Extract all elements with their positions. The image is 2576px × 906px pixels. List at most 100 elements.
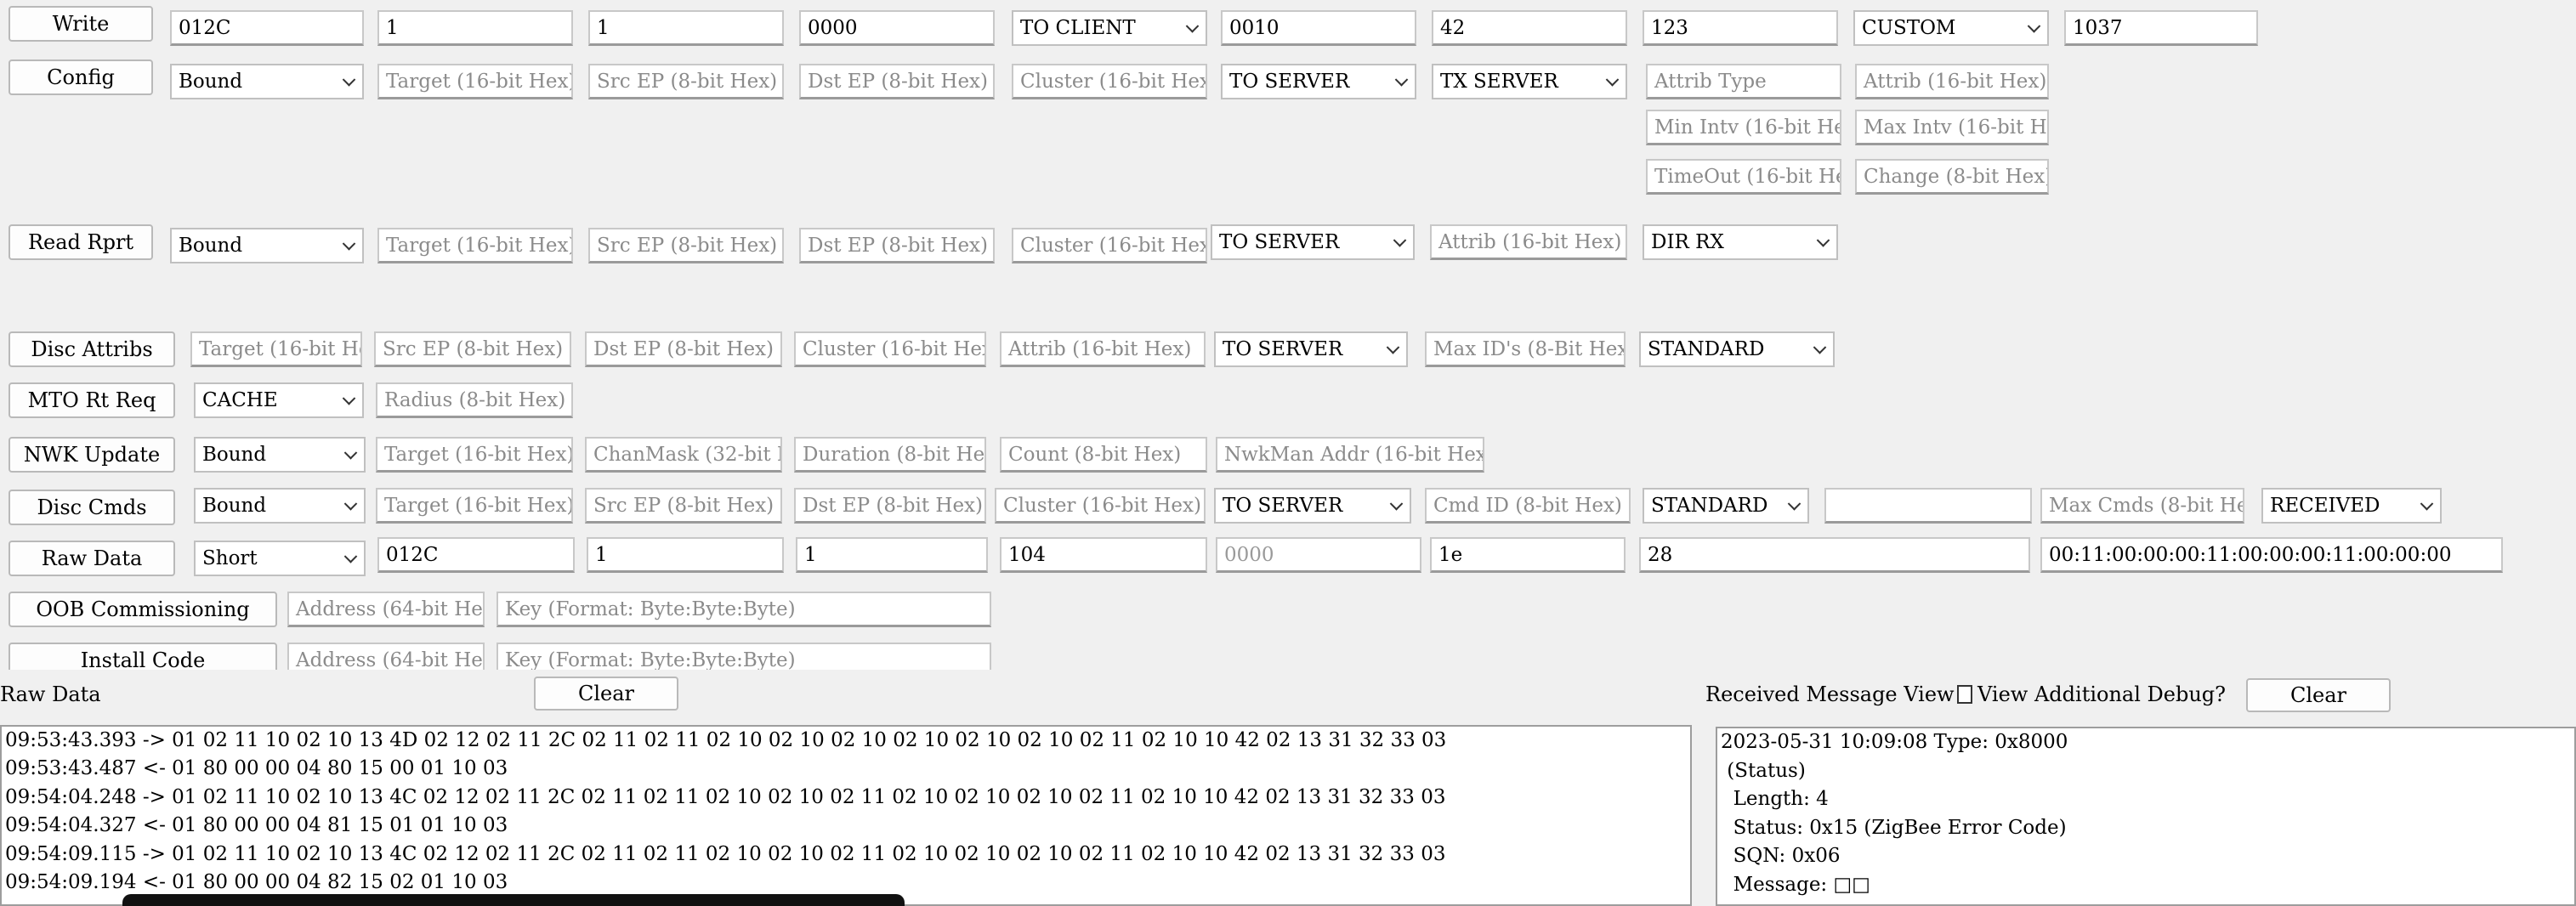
config-target-field[interactable]: Target (16-bit Hex): [377, 64, 573, 99]
config-max-intv-field[interactable]: Max Intv (16-bit Hex): [1855, 110, 2049, 145]
config-mode-select[interactable]: Bound: [170, 64, 364, 99]
read-rprt-target-field[interactable]: Target (16-bit Hex): [377, 228, 573, 263]
mto-mode-value: CACHE: [202, 389, 278, 411]
write-dst-ep-field[interactable]: 1: [588, 10, 784, 46]
disc-cmds-manufacturer-field[interactable]: [1824, 488, 2032, 524]
install-code-key-field[interactable]: Key (Format: Byte:Byte:Byte): [496, 643, 991, 670]
nwk-update-count-field[interactable]: Count (8-bit Hex): [1000, 437, 1207, 473]
config-min-intv-field[interactable]: Min Intv (16-bit Hex): [1646, 110, 1841, 145]
disc-cmds-dst-ep-field[interactable]: Dst EP (8-bit Hex): [794, 488, 986, 524]
read-rprt-button[interactable]: Read Rprt: [9, 224, 153, 260]
write-button[interactable]: Write: [9, 6, 153, 42]
disc-attribs-dst-ep-field[interactable]: Dst EP (8-bit Hex): [585, 331, 782, 367]
write-cluster-field[interactable]: 0000: [799, 10, 995, 46]
disc-attribs-target-field[interactable]: Target (16-bit Hex): [190, 331, 362, 367]
view-debug-checkbox[interactable]: [1957, 685, 1972, 704]
nwk-update-duration-field[interactable]: Duration (8-bit Hex): [794, 437, 986, 473]
write-attrib-field[interactable]: 0010: [1221, 10, 1416, 46]
oob-address-field[interactable]: Address (64-bit Hex): [287, 592, 485, 627]
config-direction-select[interactable]: TO SERVER: [1221, 64, 1416, 99]
write-src-ep-field[interactable]: 1: [377, 10, 573, 46]
config-target-placeholder: Target (16-bit Hex): [386, 70, 573, 93]
config-timeout-field[interactable]: TimeOut (16-bit Hex): [1646, 159, 1841, 195]
disc-cmds-cmd-id-field[interactable]: Cmd ID (8-bit Hex): [1425, 488, 1631, 524]
raw-data-clear-button[interactable]: Clear: [534, 677, 678, 711]
received-message-line: Length: 4: [1721, 788, 1829, 810]
raw-data-button[interactable]: Raw Data: [9, 541, 175, 576]
read-rprt-src-ep-field[interactable]: Src EP (8-bit Hex): [588, 228, 784, 263]
raw-data-profile-field[interactable]: 0000: [1216, 537, 1421, 573]
raw-data-address-field[interactable]: 012C: [377, 537, 575, 573]
disc-attribs-max-ids-field[interactable]: Max ID's (8-Bit Hex): [1425, 331, 1626, 367]
nwk-update-button[interactable]: NWK Update: [9, 437, 175, 473]
disc-cmds-type-select[interactable]: STANDARD: [1643, 488, 1809, 524]
disc-cmds-src-ep-field[interactable]: Src EP (8-bit Hex): [585, 488, 782, 524]
mto-rt-req-button[interactable]: MTO Rt Req: [9, 382, 175, 418]
oob-commissioning-button[interactable]: OOB Commissioning: [9, 592, 277, 627]
chevron-down-icon: [342, 237, 356, 251]
nwk-update-mode-select[interactable]: Bound: [194, 437, 366, 473]
read-rprt-src-ep-placeholder: Src EP (8-bit Hex): [597, 234, 778, 257]
write-type-field[interactable]: 42: [1432, 10, 1627, 46]
read-rprt-direction-select[interactable]: TO SERVER: [1211, 224, 1415, 260]
raw-data-mode-value: Short: [202, 547, 258, 569]
message-clear-button[interactable]: Clear: [2246, 678, 2391, 712]
disc-attribs-attrib-placeholder: Attrib (16-bit Hex): [1008, 337, 1192, 360]
nwk-update-nwkman-field[interactable]: NwkMan Addr (16-bit Hex): [1216, 437, 1484, 473]
config-cluster-field[interactable]: Cluster (16-bit Hex): [1012, 64, 1207, 99]
mto-radius-field[interactable]: Radius (8-bit Hex): [376, 382, 573, 418]
received-message-log[interactable]: 2023-05-31 10:09:08 Type: 0x8000 (Status…: [1716, 727, 2576, 906]
raw-data-payload-field[interactable]: 00:11:00:00:00:11:00:00:00:11:00:00:00: [2040, 537, 2503, 573]
read-rprt-attrib-field[interactable]: Attrib (16-bit Hex): [1430, 224, 1627, 260]
config-attrib-type-field[interactable]: Attrib Type: [1646, 64, 1841, 99]
install-code-address-field[interactable]: Address (64-bit Hex): [287, 643, 485, 670]
disc-cmds-direction-select[interactable]: TO SERVER: [1214, 488, 1411, 524]
read-rprt-dir-select[interactable]: DIR RX: [1643, 224, 1838, 260]
read-rprt-mode-select[interactable]: Bound: [170, 228, 364, 263]
disc-cmds-max-cmds-field[interactable]: Max Cmds (8-bit Hex): [2040, 488, 2244, 524]
disc-cmds-cluster-placeholder: Cluster (16-bit Hex): [1003, 494, 1201, 517]
write-direction-value: TO CLIENT: [1020, 17, 1136, 39]
nwk-update-target-field[interactable]: Target (16-bit Hex): [376, 437, 573, 473]
disc-attribs-cluster-field[interactable]: Cluster (16-bit Hex): [794, 331, 986, 367]
raw-data-mode-select[interactable]: Short: [194, 541, 366, 576]
raw-data-radius-field[interactable]: 28: [1639, 537, 2030, 573]
disc-cmds-cluster-field[interactable]: Cluster (16-bit Hex): [995, 488, 1206, 524]
write-data-field[interactable]: 123: [1643, 10, 1838, 46]
config-src-ep-field[interactable]: Src EP (8-bit Hex): [588, 64, 784, 99]
mto-mode-select[interactable]: CACHE: [194, 382, 364, 418]
received-message-line: (Status): [1721, 759, 1806, 782]
raw-data-log[interactable]: 09:53:43.393 -> 01 02 11 10 02 10 13 4D …: [0, 725, 1692, 906]
disc-attribs-dst-ep-placeholder: Dst EP (8-bit Hex): [593, 337, 774, 360]
install-code-button[interactable]: Install Code: [9, 643, 277, 670]
write-manufacturer-id-field[interactable]: 1037: [2064, 10, 2258, 46]
disc-attribs-button[interactable]: Disc Attribs: [9, 331, 175, 367]
write-address-field[interactable]: 012C: [170, 10, 364, 46]
config-button[interactable]: Config: [9, 59, 153, 95]
config-dst-ep-field[interactable]: Dst EP (8-bit Hex): [799, 64, 995, 99]
config-tx-select[interactable]: TX SERVER: [1432, 64, 1627, 99]
write-direction-select[interactable]: TO CLIENT: [1012, 10, 1207, 46]
raw-data-dst-ep-field[interactable]: 1: [796, 537, 988, 573]
raw-data-cluster-field[interactable]: 104: [1000, 537, 1207, 573]
config-change-field[interactable]: Change (8-bit Hex): [1855, 159, 2049, 195]
raw-data-src-ep-field[interactable]: 1: [587, 537, 784, 573]
raw-data-security-field[interactable]: 1e: [1430, 537, 1626, 573]
disc-cmds-received-select[interactable]: RECEIVED: [2261, 488, 2442, 524]
disc-attribs-direction-select[interactable]: TO SERVER: [1214, 331, 1408, 367]
write-manufacturer-select[interactable]: CUSTOM: [1853, 10, 2049, 46]
disc-cmds-button[interactable]: Disc Cmds: [9, 490, 175, 525]
nwk-update-chanmask-field[interactable]: ChanMask (32-bit Hex): [585, 437, 782, 473]
read-rprt-cluster-field[interactable]: Cluster (16-bit Hex): [1012, 228, 1207, 263]
disc-cmds-target-field[interactable]: Target (16-bit Hex): [376, 488, 573, 524]
disc-attribs-type-select[interactable]: STANDARD: [1639, 331, 1835, 367]
disc-cmds-received-value: RECEIVED: [2270, 495, 2380, 517]
config-attrib-field[interactable]: Attrib (16-bit Hex): [1855, 64, 2049, 99]
read-rprt-dst-ep-field[interactable]: Dst EP (8-bit Hex): [799, 228, 995, 263]
config-dst-ep-placeholder: Dst EP (8-bit Hex): [808, 70, 988, 93]
oob-key-field[interactable]: Key (Format: Byte:Byte:Byte): [496, 592, 991, 627]
disc-cmds-mode-select[interactable]: Bound: [194, 488, 366, 524]
config-min-intv-placeholder: Min Intv (16-bit Hex): [1654, 116, 1840, 139]
disc-attribs-src-ep-field[interactable]: Src EP (8-bit Hex): [374, 331, 571, 367]
disc-attribs-attrib-field[interactable]: Attrib (16-bit Hex): [1000, 331, 1206, 367]
